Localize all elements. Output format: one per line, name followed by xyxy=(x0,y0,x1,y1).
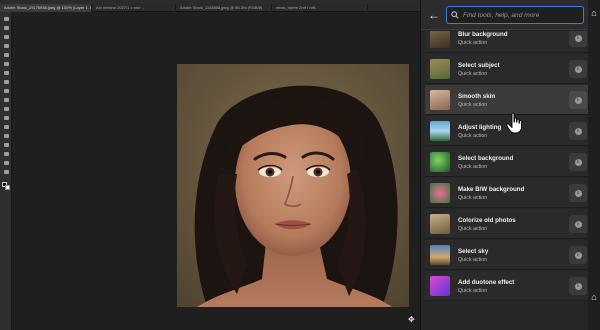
discover-panel: ← Blur background Quick action i Select … xyxy=(420,0,600,330)
frame-tool-icon[interactable] xyxy=(2,61,10,67)
home-icon[interactable]: ⌂ xyxy=(589,8,599,18)
action-title: Select background xyxy=(458,155,514,162)
search-field[interactable] xyxy=(446,6,584,24)
quick-actions-list: Blur background Quick action i Select su… xyxy=(421,31,600,330)
history-brush-tool-icon[interactable] xyxy=(2,106,10,112)
info-icon[interactable]: i xyxy=(569,91,587,109)
clone-stamp-tool-icon[interactable] xyxy=(2,97,10,103)
move-tool-icon[interactable] xyxy=(2,16,10,22)
brush-tool-icon[interactable] xyxy=(2,88,10,94)
background-color-swatch[interactable] xyxy=(5,185,10,190)
action-subtitle: Quick action xyxy=(458,164,488,170)
info-icon[interactable]: i xyxy=(569,153,587,171)
document-canvas[interactable] xyxy=(12,12,420,330)
info-icon[interactable]: i xyxy=(569,277,587,295)
list-item-adjust-lighting[interactable]: Adjust lighting Quick action i xyxy=(425,116,589,146)
move-cursor-icon: ✥ xyxy=(408,315,415,324)
search-icon xyxy=(451,11,459,19)
add-duotone-effect-thumbnail xyxy=(430,276,450,296)
lasso-tool-icon[interactable] xyxy=(2,34,10,40)
document-tab-2[interactable]: Arc ntrrnrrz 2027/1 x nrvr .. xyxy=(92,4,176,12)
search-input[interactable] xyxy=(463,11,581,19)
info-icon[interactable]: i xyxy=(569,184,587,202)
type-tool-icon[interactable] xyxy=(2,160,10,166)
action-title: Add duotone effect xyxy=(458,279,515,286)
list-item-colorize-old-photos[interactable]: Colorize old photos Quick action i xyxy=(425,209,589,239)
info-icon[interactable]: i xyxy=(569,215,587,233)
smooth-skin-thumbnail xyxy=(430,90,450,110)
action-title: Blur background xyxy=(458,31,508,38)
portrait-photo xyxy=(177,64,409,307)
adjust-lighting-thumbnail xyxy=(430,121,450,141)
info-icon[interactable]: i xyxy=(569,246,587,264)
hand-tool-icon[interactable] xyxy=(2,169,10,175)
dodge-tool-icon[interactable] xyxy=(2,142,10,148)
select-subject-thumbnail xyxy=(430,59,450,79)
action-subtitle: Quick action xyxy=(458,195,488,201)
action-subtitle: Quick action xyxy=(458,40,488,46)
document-tab-1[interactable]: Adobe Stock_29176938.jpeg @ 100% (Layer … xyxy=(0,4,92,12)
action-title: Make B/W background xyxy=(458,186,525,193)
info-icon[interactable]: i xyxy=(569,31,587,47)
info-icon[interactable]: i xyxy=(569,60,587,78)
blur-tool-icon[interactable] xyxy=(2,133,10,139)
pen-tool-icon[interactable] xyxy=(2,151,10,157)
list-item-blur-background[interactable]: Blur background Quick action i xyxy=(425,31,589,53)
discover-panel-header: ← xyxy=(421,0,600,30)
document-tab-4[interactable]: rebrn_nnrrtn 2nrf f nrff.. xyxy=(272,4,368,12)
healing-brush-tool-icon[interactable] xyxy=(2,79,10,85)
action-subtitle: Quick action xyxy=(458,288,488,294)
action-title: Smooth skin xyxy=(458,93,496,100)
action-title: Select subject xyxy=(458,62,500,69)
action-subtitle: Quick action xyxy=(458,257,488,263)
list-item-select-sky[interactable]: Select sky Quick action i xyxy=(425,240,589,270)
colorize-old-photos-thumbnail xyxy=(430,214,450,234)
object-selection-tool-icon[interactable] xyxy=(2,43,10,49)
action-subtitle: Quick action xyxy=(458,102,488,108)
back-arrow-icon[interactable]: ← xyxy=(427,8,441,22)
document-tabs: Adobe Stock_29176938.jpeg @ 100% (Layer … xyxy=(0,4,420,12)
eyedropper-tool-icon[interactable] xyxy=(2,70,10,76)
select-background-thumbnail xyxy=(430,152,450,172)
list-item-add-duotone-effect[interactable]: Add duotone effect Quick action i xyxy=(425,271,589,301)
panel-side-strip: ⌂ ⌂ xyxy=(588,0,600,330)
action-title: Colorize old photos xyxy=(458,217,516,224)
action-subtitle: Quick action xyxy=(458,71,488,77)
action-title: Adjust lighting xyxy=(458,124,502,131)
document-tab-3[interactable]: Adobe Stock_1143808.jpeg @ 56.3% (RGB/8) xyxy=(176,4,272,12)
crop-tool-icon[interactable] xyxy=(2,52,10,58)
list-item-make-bw-background[interactable]: Make B/W background Quick action i xyxy=(425,178,589,208)
action-subtitle: Quick action xyxy=(458,226,488,232)
select-sky-thumbnail xyxy=(430,245,450,265)
marquee-tool-icon[interactable] xyxy=(2,25,10,31)
info-icon[interactable]: i xyxy=(569,122,587,140)
action-subtitle: Quick action xyxy=(458,133,488,139)
home-icon[interactable]: ⌂ xyxy=(588,292,600,302)
make-bw-background-thumbnail xyxy=(430,183,450,203)
tools-panel xyxy=(0,12,12,330)
eraser-tool-icon[interactable] xyxy=(2,115,10,121)
blur-background-thumbnail xyxy=(430,31,450,48)
list-item-smooth-skin[interactable]: Smooth skin Quick action i xyxy=(425,85,589,115)
gradient-tool-icon[interactable] xyxy=(2,124,10,130)
action-title: Select sky xyxy=(458,248,489,255)
list-item-select-subject[interactable]: Select subject Quick action i xyxy=(425,54,589,84)
list-item-select-background[interactable]: Select background Quick action i xyxy=(425,147,589,177)
